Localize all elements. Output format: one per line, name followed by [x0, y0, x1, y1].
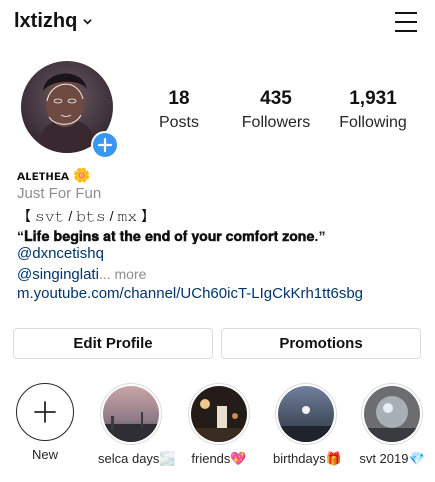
highlight-cover	[191, 386, 247, 442]
add-story-button[interactable]	[91, 131, 119, 159]
menu-icon[interactable]	[395, 12, 417, 32]
highlight-cover	[278, 386, 334, 442]
highlight-selca-days[interactable]: selca days🌫️	[98, 383, 176, 467]
highlight-label: svt 2019💎	[359, 451, 425, 466]
following-count: 1,931	[349, 88, 397, 109]
profile-category: Just For Fun	[17, 185, 102, 202]
more-button[interactable]: ... more	[99, 266, 146, 282]
mention-link-2[interactable]: @singinglati	[17, 266, 99, 283]
followers-label: Followers	[241, 114, 311, 131]
highlight-new[interactable]: New	[12, 383, 78, 462]
promotions-button[interactable]: Promotions	[221, 328, 421, 359]
highlight-svt-2019[interactable]: svt 2019💎	[359, 383, 425, 467]
highlight-ring	[361, 383, 423, 445]
username-dropdown[interactable]: lxtizhq	[14, 10, 93, 33]
plus-icon	[97, 137, 113, 153]
posts-label: Posts	[158, 114, 199, 131]
highlight-label: friends💖	[191, 451, 247, 466]
highlight-ring	[188, 383, 250, 445]
following-label: Following	[339, 114, 407, 131]
username: lxtizhq	[14, 10, 78, 32]
mention-link-1[interactable]: @dxncetishq	[17, 244, 104, 264]
highlight-label: birthdays🎁	[273, 451, 342, 466]
profile-name: ᴀʟᴇᴛʜᴇᴀ 🌼	[17, 167, 91, 183]
posts-stat[interactable]: 18 Posts	[140, 88, 218, 132]
followers-stat[interactable]: 435 Followers	[236, 88, 316, 132]
new-highlight-ring	[16, 383, 74, 441]
bio-line-mention-2: @singinglati... more	[17, 264, 146, 285]
bio-line-1: 【 𝚜𝚟𝚝 / 𝚋𝚝𝚜 / 𝚖𝚡 】	[17, 208, 156, 224]
chevron-down-icon	[83, 19, 93, 25]
bio-line-2: “𝐋𝐢𝐟𝐞 𝐛𝐞𝐠𝐢𝐧𝐬 𝐚𝐭 𝐭𝐡𝐞 𝐞𝐧𝐝 𝐨𝐟 𝐲𝐨𝐮𝐫 𝐜𝐨𝐦𝐟𝐨𝐫𝐭 …	[17, 228, 326, 244]
highlight-cover	[103, 386, 159, 442]
highlight-cover	[364, 386, 420, 442]
highlight-friends[interactable]: friends💖	[186, 383, 252, 467]
highlight-ring	[275, 383, 337, 445]
website-link[interactable]: m.youtube.com/channel/UCh60icT-LIgCkKrh1…	[17, 284, 363, 304]
highlight-label: selca days🌫️	[98, 451, 176, 466]
highlight-label: New	[31, 447, 58, 462]
following-stat[interactable]: 1,931 Following	[332, 88, 414, 132]
plus-icon	[34, 401, 56, 423]
highlight-birthdays[interactable]: birthdays🎁	[273, 383, 342, 467]
posts-count: 18	[168, 88, 190, 109]
highlight-ring	[100, 383, 162, 445]
edit-profile-button[interactable]: Edit Profile	[13, 328, 213, 359]
followers-count: 435	[260, 88, 292, 109]
